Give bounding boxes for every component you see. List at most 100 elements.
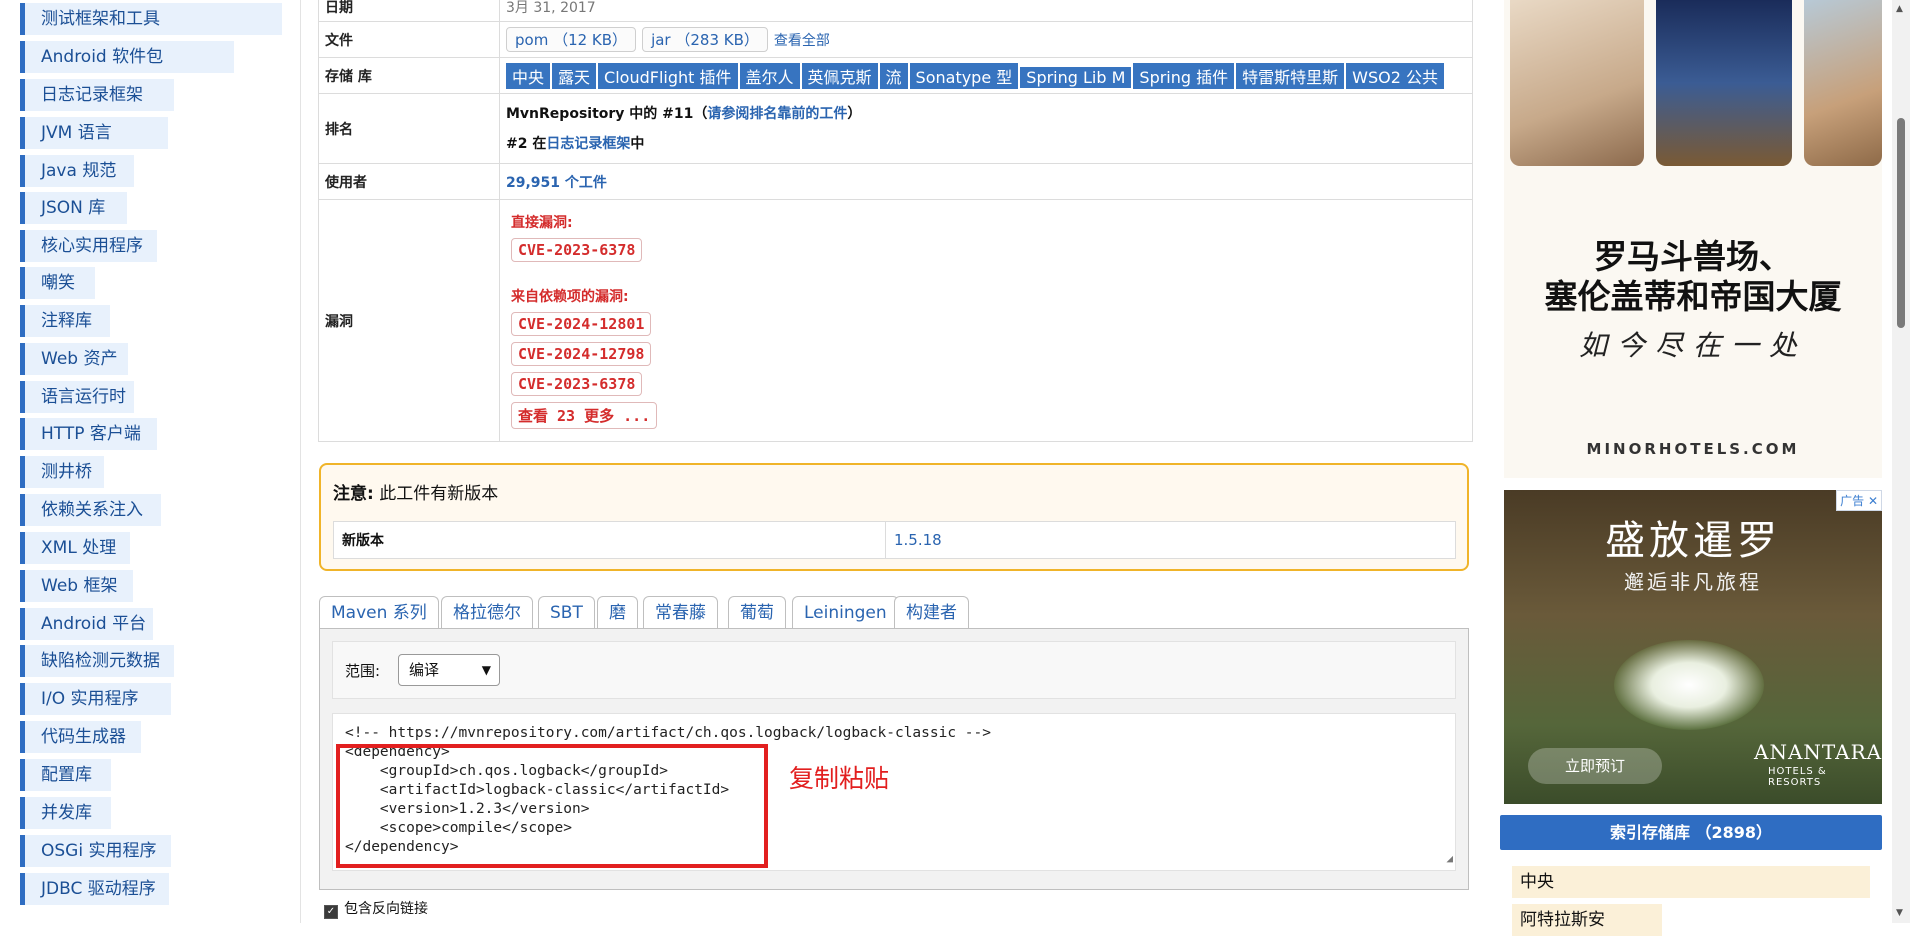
repo-badge[interactable]: 中央	[506, 62, 551, 89]
repo-badge[interactable]: CloudFlight 插件	[598, 62, 738, 89]
sidebar-item[interactable]: 代码生成器	[20, 721, 141, 753]
sidebar-item[interactable]: Android 平台	[20, 608, 153, 640]
scrollbar-thumb[interactable]	[1897, 118, 1905, 328]
include-backlinks-label: 包含反向链接	[344, 901, 428, 917]
cve-badge[interactable]: CVE-2024-12801	[511, 312, 652, 336]
repo-badge[interactable]: 流	[879, 62, 908, 89]
vulnerabilities-label: 漏洞	[318, 199, 500, 442]
notice-title: 注意: 此工件有新版本	[333, 479, 498, 504]
ad1-site: MINORHOTELS.COM	[1586, 440, 1800, 458]
sidebar-item[interactable]: 依赖关系注入	[20, 494, 161, 526]
cve-badge[interactable]: CVE-2023-6378	[511, 372, 643, 396]
vulnerabilities-cell: 直接漏洞: CVE-2023-6378 来自依赖项的漏洞: CVE-2024-1…	[499, 199, 1473, 442]
lotus-flower-icon	[1614, 640, 1764, 730]
index-item-atlassian[interactable]: 阿特拉斯安	[1512, 904, 1662, 936]
resize-handle-icon[interactable]: ◢	[1446, 849, 1453, 868]
repo-badge[interactable]: Spring 插件	[1133, 62, 1235, 89]
tab-grape[interactable]: 葡萄	[728, 596, 786, 628]
repo-badge[interactable]: 英佩克斯	[801, 62, 878, 89]
sidebar-item[interactable]: Web 框架	[20, 570, 133, 602]
ad2-brand: ANANTARA	[1754, 740, 1882, 764]
highlight-box	[336, 744, 768, 868]
snippet-comment: <!-- https://mvnrepository.com/artifact/…	[345, 725, 992, 741]
repo-badge[interactable]: Sonatype 型	[909, 62, 1019, 89]
repo-badge[interactable]: Spring Lib M	[1020, 66, 1132, 88]
scroll-down-icon[interactable]: ▼	[1896, 908, 1903, 918]
ad1-headline-2: 塞伦盖蒂和帝国大厦	[1544, 277, 1842, 316]
sidebar-item[interactable]: 测井桥	[20, 456, 104, 488]
close-icon[interactable]: ✕	[1868, 494, 1878, 508]
sidebar-item[interactable]: Android 软件包	[20, 41, 234, 73]
repo-badge[interactable]: WSO2 公共	[1346, 62, 1444, 89]
rank-text: 中	[630, 135, 645, 152]
files-label: 文件	[318, 21, 500, 58]
page-scrollbar[interactable]: ▲ ▼	[1892, 0, 1910, 923]
repo-badge[interactable]: 盖尔人	[739, 62, 800, 89]
top-artifacts-link[interactable]: 请参阅排名靠前的工件	[707, 106, 847, 122]
logging-frameworks-link[interactable]: 日志记录框架	[546, 136, 630, 152]
sidebar-item[interactable]: 日志记录框架	[20, 79, 174, 111]
used-by-link[interactable]: 29,951 个工件	[506, 175, 607, 191]
sidebar-item[interactable]: 测试框架和工具	[20, 3, 282, 35]
sidebar-item[interactable]: 缺陷检测元数据	[20, 645, 174, 677]
new-version-link[interactable]: 1.5.18	[885, 521, 1456, 559]
book-now-button[interactable]: 立即预订	[1528, 748, 1662, 784]
sidebar-item[interactable]: JSON 库	[20, 192, 127, 224]
tab-sbt[interactable]: SBT	[538, 596, 595, 628]
view-all-link[interactable]: 查看全部	[774, 33, 830, 49]
tab-mill[interactable]: 磨	[597, 596, 638, 628]
sidebar-item[interactable]: 配置库	[20, 759, 111, 791]
sidebar-item[interactable]: I/O 实用程序	[20, 683, 171, 715]
notice-title-bold: 注意:	[333, 484, 374, 504]
ad-photo-colosseum	[1804, 0, 1882, 166]
ad2-subtitle: 邂逅非凡旅程	[1624, 570, 1762, 594]
cve-badge[interactable]: CVE-2024-12798	[511, 342, 652, 366]
tab-maven[interactable]: Maven 系列	[319, 596, 439, 629]
sidebar-item[interactable]: 核心实用程序	[20, 230, 157, 262]
repo-badge[interactable]: 露天	[552, 62, 597, 89]
jar-file-link[interactable]: jar （283 KB）	[642, 27, 768, 52]
hotel-ad[interactable]: 罗马斗兽场、 塞伦盖蒂和帝国大厦 如今尽在一处 MINORHOTELS.COM	[1504, 0, 1882, 478]
tab-gradle[interactable]: 格拉德尔	[441, 596, 533, 628]
include-backlinks-row[interactable]: ✓ 包含反向链接	[324, 898, 428, 919]
repositories-cell: 中央 露天 CloudFlight 插件 盖尔人 英佩克斯流 Sonatype 型 Spri…	[499, 57, 1473, 94]
scroll-up-icon[interactable]: ▲	[1896, 4, 1903, 14]
rank-text: ）	[847, 105, 862, 122]
pom-file-link[interactable]: pom （12 KB）	[506, 27, 637, 52]
files-cell: pom （12 KB） jar （283 KB） 查看全部	[499, 21, 1473, 58]
sidebar-item[interactable]: JVM 语言	[20, 117, 168, 149]
copy-paste-annotation: 复制粘贴	[789, 764, 890, 793]
indexed-repositories-button[interactable]: 索引存储库 （2898）	[1500, 815, 1882, 850]
scope-select[interactable]: 编译 ▼	[398, 654, 500, 686]
sidebar-item[interactable]: JDBC 驱动程序	[20, 873, 169, 905]
sidebar-item[interactable]: XML 处理	[20, 532, 130, 564]
checkbox-checked-icon[interactable]: ✓	[324, 905, 338, 919]
view-more-vulns-button[interactable]: 查看 23 更多 ...	[511, 402, 658, 429]
scope-selected-value: 编译	[409, 661, 440, 679]
tab-buildr[interactable]: 构建者	[894, 596, 969, 628]
sidebar-item[interactable]: 并发库	[20, 797, 111, 829]
dependency-panel: 范围: 编译 ▼ <!-- https://mvnrepository.com/…	[319, 628, 1469, 890]
sidebar-item[interactable]: Web 资产	[20, 343, 128, 375]
tab-leiningen[interactable]: Leiningen	[792, 596, 899, 628]
scope-label: 范围:	[345, 662, 381, 680]
notice-title-text: 此工件有新版本	[373, 484, 499, 504]
index-item-central[interactable]: 中央	[1512, 866, 1870, 898]
resort-ad[interactable]: 广告 ✕ 盛放暹罗 邂逅非凡旅程 立即预订 ANANTARA HOTELS & …	[1504, 490, 1882, 804]
rank-cell: MvnRepository 中的 #11（请参阅排名靠前的工件） #2 在日志记…	[499, 93, 1473, 164]
repo-badge[interactable]: 特雷斯特里斯	[1236, 62, 1345, 89]
tab-ivy[interactable]: 常春藤	[643, 596, 718, 628]
sidebar-item[interactable]: Java 规范	[20, 155, 134, 187]
direct-vuln-heading: 直接漏洞:	[511, 215, 573, 231]
sidebar-item[interactable]: 注释库	[20, 305, 110, 337]
ad2-title: 盛放暹罗	[1605, 518, 1781, 564]
sidebar-item[interactable]: HTTP 客户端	[20, 418, 157, 450]
ad-photo-bedroom	[1510, 0, 1644, 166]
sidebar-item[interactable]: 语言运行时	[20, 381, 134, 413]
sidebar-item[interactable]: OSGi 实用程序	[20, 835, 171, 867]
cve-badge[interactable]: CVE-2023-6378	[511, 238, 643, 262]
sidebar-item[interactable]: 嘲笑	[20, 267, 95, 299]
ad-badge-text: 广告	[1840, 494, 1865, 508]
chevron-down-icon: ▼	[481, 663, 491, 677]
new-version-label: 新版本	[333, 521, 886, 559]
